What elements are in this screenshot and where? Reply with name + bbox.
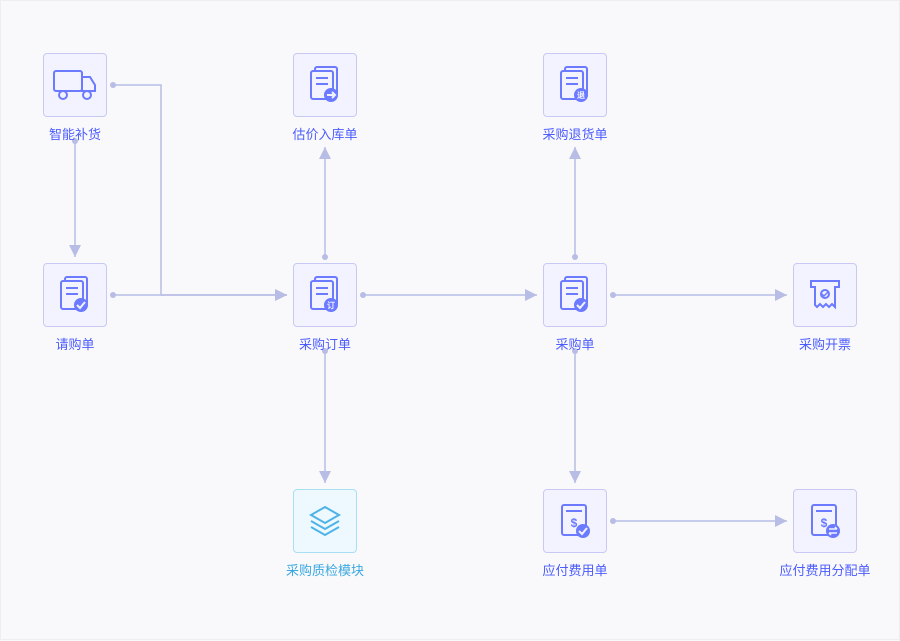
node-purchase-request[interactable]: 请购单 (43, 263, 107, 327)
svg-text:$: $ (571, 516, 578, 530)
node-label: 应付费用单 (515, 560, 635, 579)
document-order-icon: 订 (305, 275, 345, 315)
node-label: 采购退货单 (515, 124, 635, 143)
node-label: 采购单 (515, 334, 635, 353)
node-label: 采购质检模块 (265, 560, 385, 579)
node-label: 智能补货 (15, 124, 135, 143)
svg-text:$: $ (821, 516, 828, 530)
document-return-icon: 退 (555, 65, 595, 105)
receipt-icon (805, 275, 845, 315)
node-label: 应付费用分配单 (765, 560, 885, 579)
node-label: 估价入库单 (265, 124, 385, 143)
document-check-icon (55, 275, 95, 315)
document-arrow-icon (305, 65, 345, 105)
svg-text:退: 退 (577, 91, 585, 100)
node-valuation-inbound[interactable]: 估价入库单 (293, 53, 357, 117)
invoice-swap-icon: $ (805, 501, 845, 541)
flow-connectors (1, 1, 900, 641)
svg-text:订: 订 (327, 300, 335, 310)
node-expense-alloc[interactable]: $ 应付费用分配单 (793, 489, 857, 553)
document-check-icon (555, 275, 595, 315)
node-smart-restock[interactable]: 智能补货 (43, 53, 107, 117)
node-label: 采购开票 (765, 334, 885, 353)
truck-icon (53, 67, 97, 103)
layers-icon (305, 501, 345, 541)
node-payable-expense[interactable]: $ 应付费用单 (543, 489, 607, 553)
node-label: 采购订单 (265, 334, 385, 353)
node-purchase-doc[interactable]: 采购单 (543, 263, 607, 327)
node-purchase-order[interactable]: 订 采购订单 (293, 263, 357, 327)
node-purchase-invoice[interactable]: 采购开票 (793, 263, 857, 327)
invoice-check-icon: $ (555, 501, 595, 541)
node-label: 请购单 (15, 334, 135, 353)
node-return-order[interactable]: 退 采购退货单 (543, 53, 607, 117)
node-purchase-qc[interactable]: 采购质检模块 (293, 489, 357, 553)
